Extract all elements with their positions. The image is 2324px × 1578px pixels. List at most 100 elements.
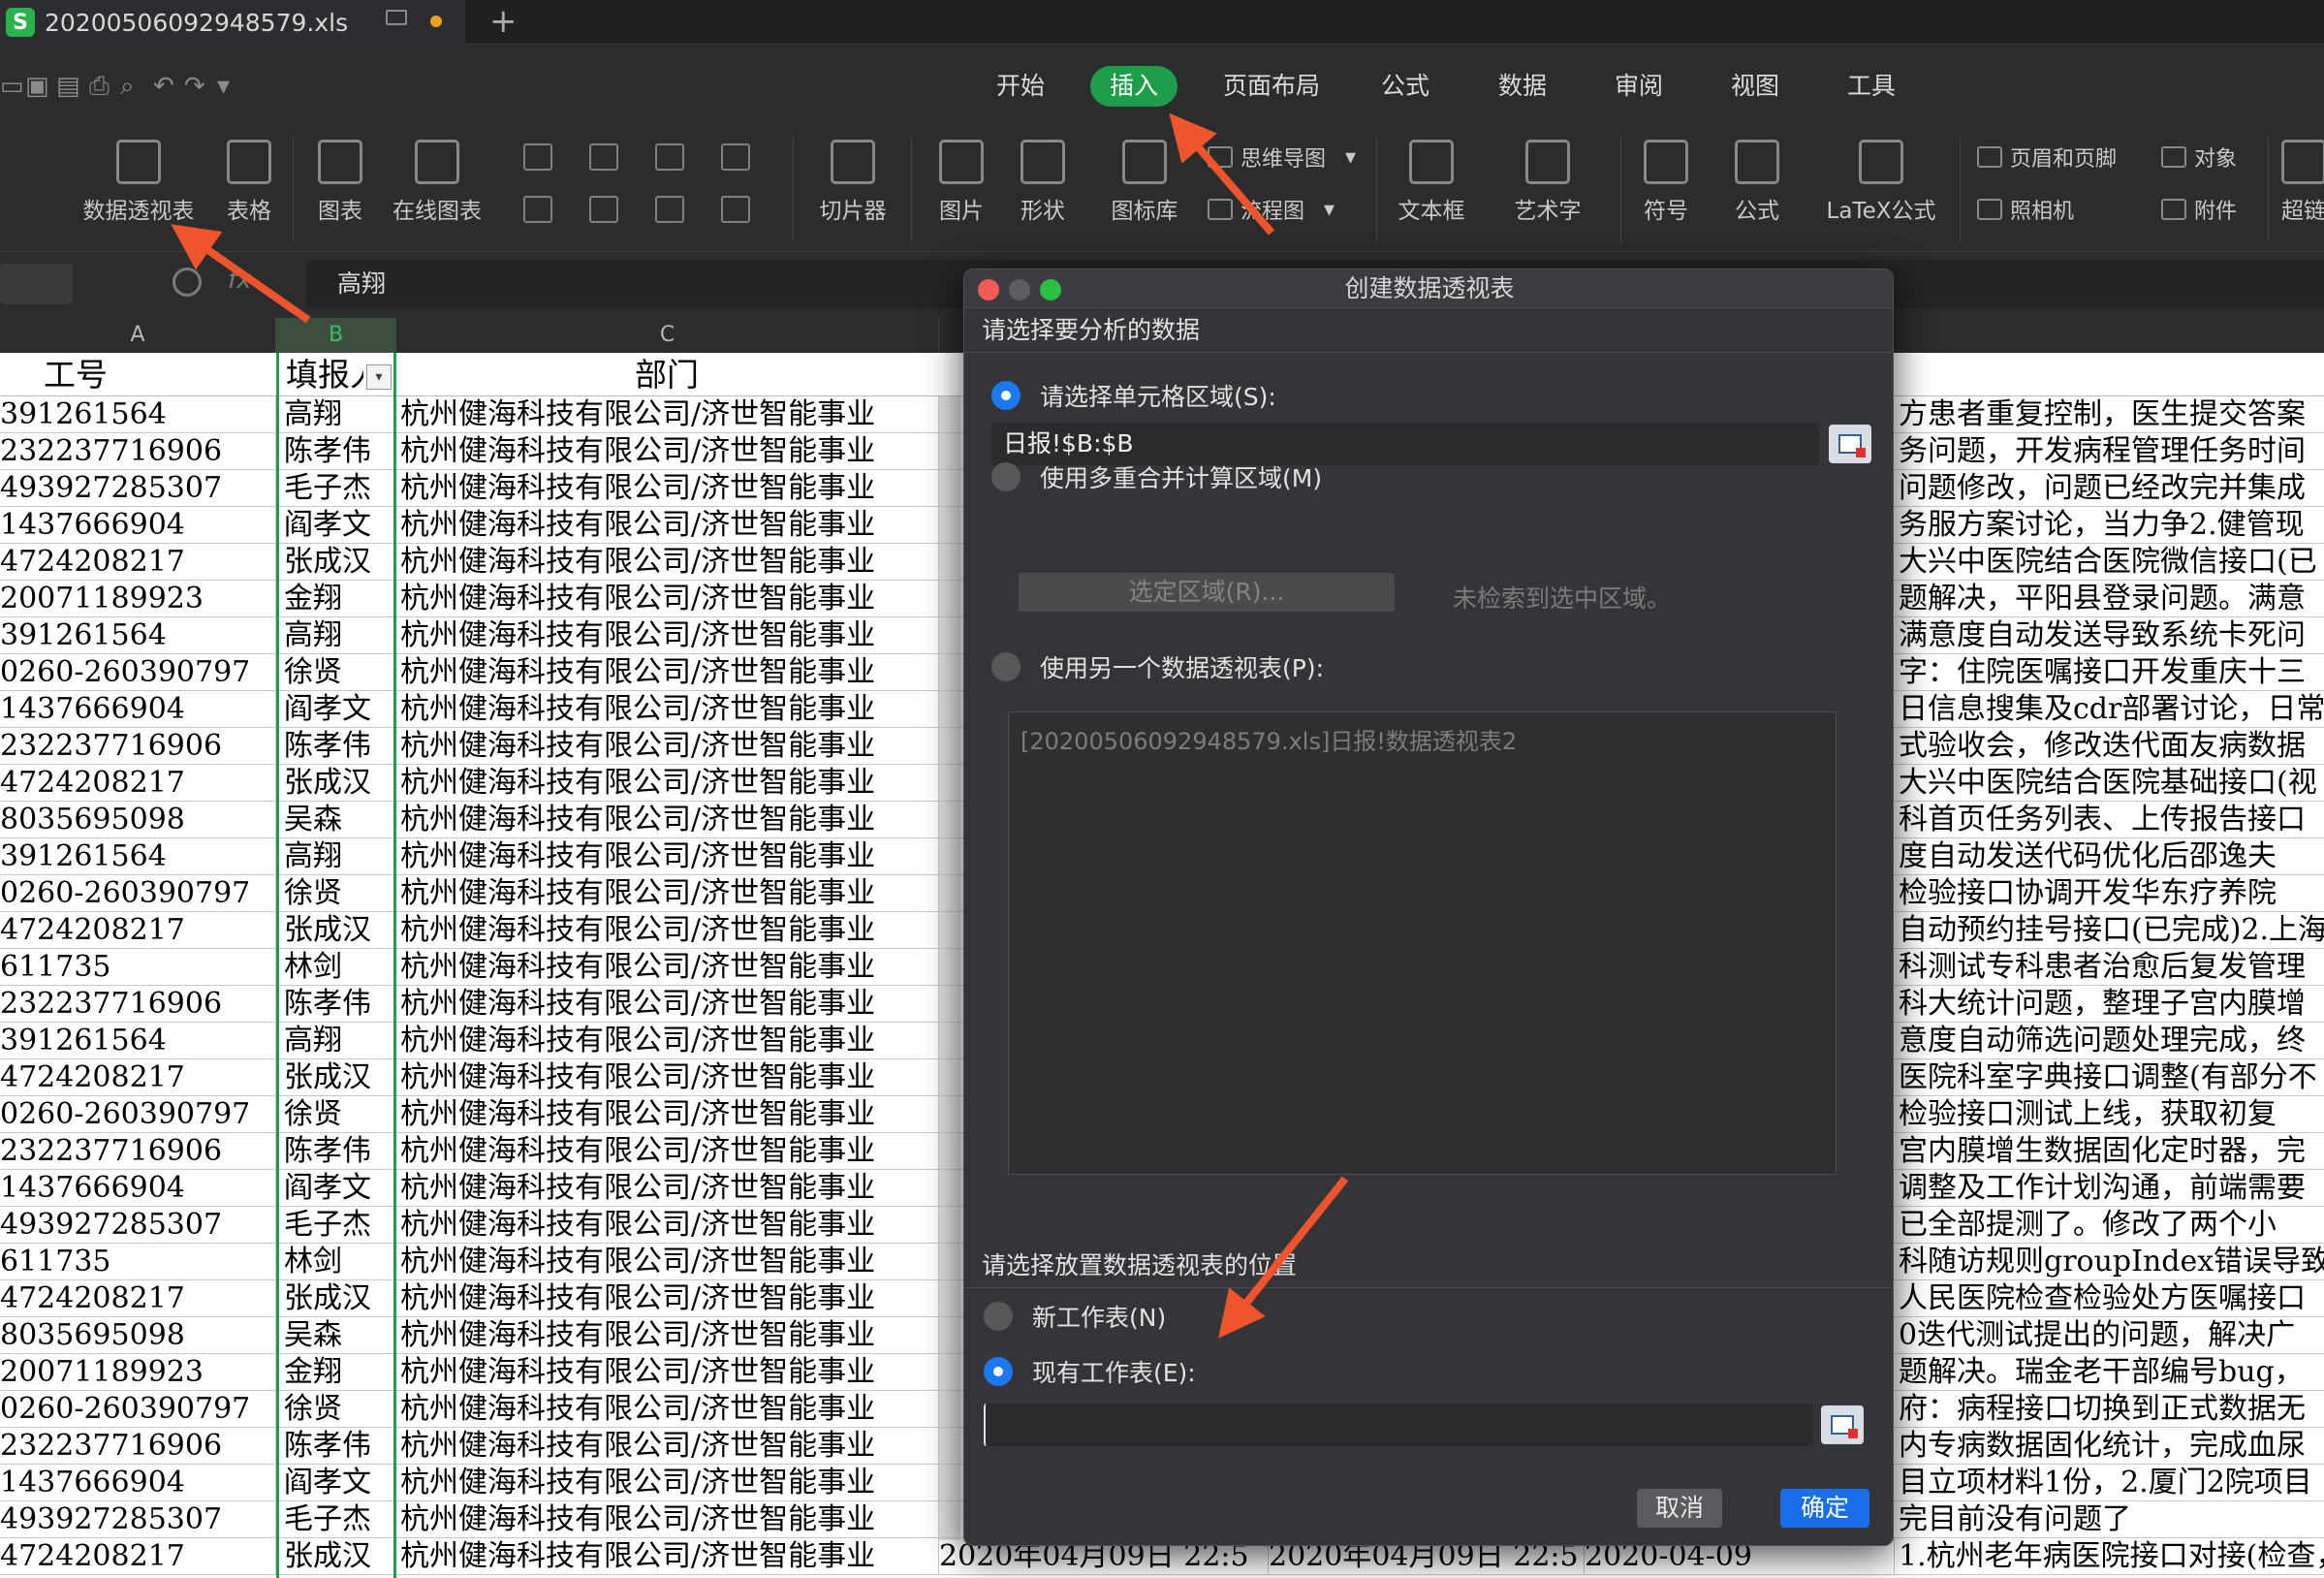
textbox-button[interactable]: 文本框	[1388, 140, 1475, 225]
flowchart-button[interactable]: 流程图 ▾	[1208, 194, 1335, 225]
cell-reporter[interactable]: 陈孝伟	[278, 433, 394, 470]
print-icon[interactable]: ⎙	[89, 72, 110, 102]
menu-data[interactable]: 数据	[1498, 66, 1547, 107]
cell-report-content[interactable]: 日信息搜集及cdr部署讨论，日常	[1895, 691, 2324, 728]
object-button[interactable]: 对象	[2161, 142, 2237, 173]
cell-report-content[interactable]: 宫内膜增生数据固化定时器，完	[1895, 1133, 2324, 1170]
cell-reporter[interactable]: 张成汉	[278, 765, 394, 802]
cell-employee-id[interactable]: 0260-260390797	[0, 875, 276, 912]
cell-employee-id[interactable]: 391261564	[0, 396, 276, 433]
cell-employee-id[interactable]: 232237716906	[0, 1133, 276, 1170]
cell-report-content[interactable]: 问题修改，问题已经改完并集成	[1895, 470, 2324, 507]
cell-employee-id[interactable]: 232237716906	[0, 433, 276, 470]
cell-report-content[interactable]: 1.杭州老年病医院接口对接(检查，检验	[1895, 1538, 2324, 1575]
bar-chart-icon[interactable]	[589, 143, 618, 171]
cell-report-content[interactable]: 度自动发送代码优化后邵逸夫	[1895, 838, 2324, 875]
pivot-table-list[interactable]: [20200506092948579.xls]日报!数据透视表2	[1008, 711, 1837, 1175]
picture-button[interactable]: 图片	[923, 140, 1000, 225]
cell-employee-id[interactable]: 0260-260390797	[0, 1391, 276, 1428]
name-box[interactable]	[0, 264, 73, 304]
menu-home[interactable]: 开始	[996, 66, 1045, 107]
cell-reporter[interactable]: 阎孝文	[278, 1465, 394, 1501]
cell-report-content[interactable]: 科测试专科患者治愈后复发管理	[1895, 949, 2324, 986]
cell-department[interactable]: 杭州健海科技有限公司/济世智能事业	[396, 544, 939, 581]
pdf-icon[interactable]: ▤	[56, 72, 80, 101]
cell-department[interactable]: 杭州健海科技有限公司/济世智能事业	[396, 1428, 939, 1465]
cell-department[interactable]: 杭州健海科技有限公司/济世智能事业	[396, 838, 939, 875]
cell-reporter[interactable]: 张成汉	[278, 544, 394, 581]
cell-department[interactable]: 杭州健海科技有限公司/济世智能事业	[396, 433, 939, 470]
cell-department[interactable]: 杭州健海科技有限公司/济世智能事业	[396, 1059, 939, 1096]
cell-report-content[interactable]: 自动预约挂号接口(已完成)2.上海	[1895, 912, 2324, 949]
cell-department[interactable]: 杭州健海科技有限公司/济世智能事业	[396, 802, 939, 838]
table-button[interactable]: 表格	[215, 140, 283, 225]
cell-employee-id[interactable]: 1437666904	[0, 691, 276, 728]
stock-chart-icon[interactable]	[589, 196, 618, 223]
cell-reporter[interactable]: 陈孝伟	[278, 1428, 394, 1465]
cell-employee-id[interactable]: 391261564	[0, 838, 276, 875]
line-chart-icon[interactable]	[655, 143, 684, 171]
save-icon[interactable]: ▣	[25, 72, 49, 101]
cell-employee-id[interactable]: 232237716906	[0, 728, 276, 765]
cell-report-content[interactable]: 检验接口测试上线，获取初复	[1895, 1096, 2324, 1133]
header-reporter[interactable]: 填报人	[286, 353, 363, 396]
cell-reporter[interactable]: 吴森	[278, 802, 394, 838]
select-range-button[interactable]: 选定区域(R)...	[1019, 573, 1395, 612]
cell-department[interactable]: 杭州健海科技有限公司/济世智能事业	[396, 617, 939, 654]
cell-department[interactable]: 杭州健海科技有限公司/济世智能事业	[396, 765, 939, 802]
menu-formula[interactable]: 公式	[1381, 66, 1429, 107]
camera-button[interactable]: 照相机	[1977, 194, 2074, 225]
online-chart-button[interactable]: 在线图表	[384, 140, 490, 225]
column-header-b[interactable]: B	[276, 318, 396, 353]
menu-tools[interactable]: 工具	[1847, 66, 1896, 107]
cell-employee-id[interactable]: 0260-260390797	[0, 1096, 276, 1133]
header-employee-id[interactable]: 工号	[44, 353, 108, 396]
cell-report-content[interactable]: 式验收会，修改迭代面友病数据	[1895, 728, 2324, 765]
cell-report-content[interactable]: 调整及工作计划沟通，前端需要	[1895, 1170, 2324, 1207]
symbol-button[interactable]: 符号	[1632, 140, 1700, 225]
cell-employee-id[interactable]: 8035695098	[0, 1317, 276, 1354]
cell-report-content[interactable]: 0迭代测试提出的问题，解决广	[1895, 1317, 2324, 1354]
cell-department[interactable]: 杭州健海科技有限公司/济世智能事业	[396, 1023, 939, 1059]
minimize-icon[interactable]	[1009, 279, 1030, 300]
cell-reporter[interactable]: 毛子杰	[278, 1501, 394, 1538]
cell-reporter[interactable]: 陈孝伟	[278, 986, 394, 1023]
radar-chart-icon[interactable]	[721, 143, 750, 171]
filter-dropdown-icon[interactable]: ▾	[366, 364, 392, 390]
cell-employee-id[interactable]: 4724208217	[0, 544, 276, 581]
cell-reporter[interactable]: 阎孝文	[278, 507, 394, 544]
cell-department[interactable]: 杭州健海科技有限公司/济世智能事业	[396, 1170, 939, 1207]
cell-department[interactable]: 杭州健海科技有限公司/济世智能事业	[396, 1354, 939, 1391]
existing-sheet-input[interactable]	[984, 1404, 1813, 1446]
pivot-table-button[interactable]: 数据透视表	[76, 140, 202, 225]
file-tab[interactable]: S 20200506092948579.xls	[0, 0, 465, 45]
attachment-button[interactable]: 附件	[2161, 194, 2237, 225]
cell-report-content[interactable]: 题解决。瑞金老干部编号bug，	[1895, 1354, 2324, 1391]
cell-department[interactable]: 杭州健海科技有限公司/济世智能事业	[396, 1317, 939, 1354]
cell-department[interactable]: 杭州健海科技有限公司/济世智能事业	[396, 396, 939, 433]
cell-department[interactable]: 杭州健海科技有限公司/济世智能事业	[396, 1280, 939, 1317]
cell-report-content[interactable]: 务服方案讨论，当力争2.健管现	[1895, 507, 2324, 544]
cell-department[interactable]: 杭州健海科技有限公司/济世智能事业	[396, 1465, 939, 1501]
cell-employee-id[interactable]: 4724208217	[0, 1280, 276, 1317]
icon-library-button[interactable]: 图标库	[1101, 140, 1188, 225]
cell-report-content[interactable]: 检验接口协调开发华东疗养院	[1895, 875, 2324, 912]
range-picker-button[interactable]	[1821, 1405, 1864, 1444]
cell-reporter[interactable]: 张成汉	[278, 1538, 394, 1575]
cell-reporter[interactable]: 陈孝伟	[278, 1133, 394, 1170]
column-header-c[interactable]: C	[396, 318, 939, 353]
menu-view[interactable]: 视图	[1731, 66, 1779, 107]
cell-department[interactable]: 杭州健海科技有限公司/济世智能事业	[396, 986, 939, 1023]
cell-report-content[interactable]: 满意度自动发送导致系统卡死问	[1895, 617, 2324, 654]
cell-reporter[interactable]: 张成汉	[278, 1059, 394, 1096]
cell-employee-id[interactable]: 20071189923	[0, 1354, 276, 1391]
cell-department[interactable]: 杭州健海科技有限公司/济世智能事业	[396, 912, 939, 949]
cell-report-content[interactable]: 大兴中医院结合医院微信接口(已	[1895, 544, 2324, 581]
column-header-a[interactable]: A	[0, 318, 276, 353]
cell-employee-id[interactable]: 611735	[0, 949, 276, 986]
cell-reporter[interactable]: 毛子杰	[278, 470, 394, 507]
cell-employee-id[interactable]: 232237716906	[0, 986, 276, 1023]
cell-department[interactable]: 杭州健海科技有限公司/济世智能事业	[396, 1133, 939, 1170]
pivot-list-item[interactable]: [20200506092948579.xls]日报!数据透视表2	[1021, 722, 1824, 756]
cell-department[interactable]: 杭州健海科技有限公司/济世智能事业	[396, 1501, 939, 1538]
